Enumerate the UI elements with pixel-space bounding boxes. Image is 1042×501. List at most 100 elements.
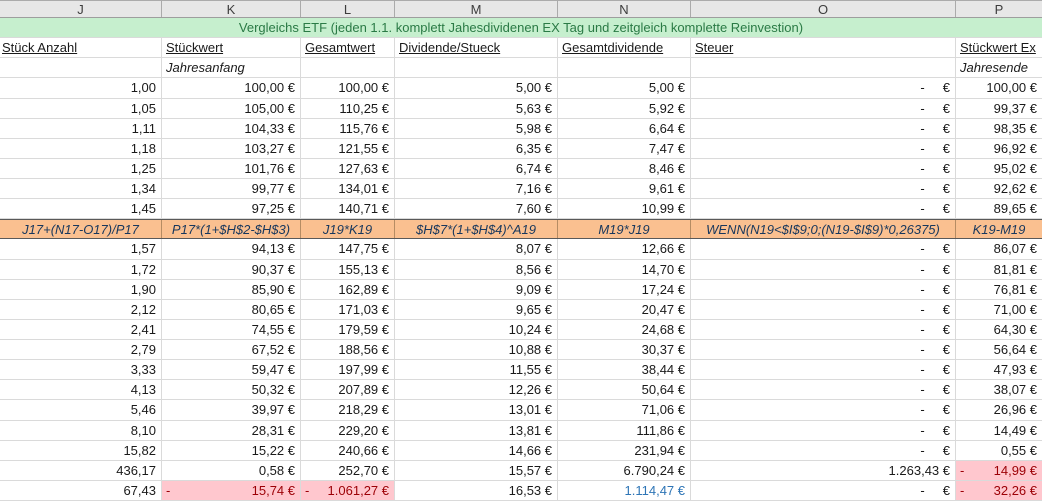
cell-K[interactable]: 85,90 €: [162, 279, 301, 299]
cell-O[interactable]: - €: [691, 138, 956, 158]
cell-L[interactable]: 197,99 €: [301, 360, 395, 380]
cell-M[interactable]: 9,09 €: [395, 279, 558, 299]
cell-O[interactable]: - €: [691, 239, 956, 259]
cell-N[interactable]: 6.790,24 €: [558, 460, 691, 480]
cell-P[interactable]: 71,00 €: [956, 300, 1042, 319]
cell-L[interactable]: 188,56 €: [301, 340, 395, 360]
cell-M[interactable]: 16,53 €: [395, 480, 558, 500]
cell-L[interactable]: - 1.061,27 €: [301, 480, 395, 500]
cell-O[interactable]: - €: [691, 179, 956, 199]
cell-N[interactable]: 231,94 €: [558, 440, 691, 460]
formula-cell-O[interactable]: WENN(N19<$I$9;0;(N19-$I$9)*0,26375): [691, 220, 956, 239]
cell-O[interactable]: - €: [691, 420, 956, 440]
cell-L[interactable]: 127,63 €: [301, 158, 395, 178]
cell-M[interactable]: 14,66 €: [395, 440, 558, 460]
cell-J[interactable]: 4,13: [0, 380, 162, 400]
cell-K[interactable]: 103,27 €: [162, 138, 301, 158]
cell-O[interactable]: - €: [691, 98, 956, 118]
cell-K[interactable]: 105,00 €: [162, 98, 301, 118]
cell-P[interactable]: 81,81 €: [956, 260, 1042, 279]
cell-P[interactable]: 96,92 €: [956, 139, 1042, 158]
column-label-K[interactable]: Stückwert: [162, 38, 301, 58]
cell-N[interactable]: 30,37 €: [558, 340, 691, 360]
cell-P[interactable]: 100,00 €: [956, 78, 1042, 97]
cell-J[interactable]: 1,90: [0, 279, 162, 299]
cell-M[interactable]: 8,56 €: [395, 259, 558, 279]
cell-K[interactable]: 0,58 €: [162, 460, 301, 480]
cell-M[interactable]: 15,57 €: [395, 460, 558, 480]
cell-P[interactable]: 76,81 €: [956, 280, 1042, 299]
cell-N[interactable]: 38,44 €: [558, 360, 691, 380]
cell-J[interactable]: [0, 58, 162, 78]
column-header-N[interactable]: N: [558, 1, 691, 17]
cell-K[interactable]: 104,33 €: [162, 118, 301, 138]
cell-N[interactable]: 14,70 €: [558, 259, 691, 279]
cell-L[interactable]: 147,75 €: [301, 239, 395, 259]
cell-P[interactable]: 56,64 €: [956, 340, 1042, 359]
column-header-M[interactable]: M: [395, 1, 558, 17]
cell-M[interactable]: 13,01 €: [395, 400, 558, 420]
cell-L[interactable]: 171,03 €: [301, 299, 395, 319]
cell-K[interactable]: 28,31 €: [162, 420, 301, 440]
cell-J[interactable]: 1,05: [0, 98, 162, 118]
cell-O[interactable]: - €: [691, 340, 956, 360]
cell-L[interactable]: 162,89 €: [301, 279, 395, 299]
cell-M[interactable]: 7,60 €: [395, 199, 558, 219]
cell-O[interactable]: - €: [691, 319, 956, 339]
cell-L[interactable]: 229,20 €: [301, 420, 395, 440]
cell-N[interactable]: 50,64 €: [558, 380, 691, 400]
cell-J[interactable]: 436,17: [0, 460, 162, 480]
cell-J[interactable]: 3,33: [0, 360, 162, 380]
cell-L[interactable]: 218,29 €: [301, 400, 395, 420]
cell-M[interactable]: 5,98 €: [395, 118, 558, 138]
cell-L[interactable]: 207,89 €: [301, 380, 395, 400]
cell-O[interactable]: 1.263,43 €: [691, 460, 956, 480]
cell-N[interactable]: 1.114,47 €: [558, 480, 691, 500]
cell-P[interactable]: - 32,26 €: [956, 480, 1042, 500]
cell-J[interactable]: 1,72: [0, 259, 162, 279]
column-header-L[interactable]: L: [301, 1, 395, 17]
cell-L[interactable]: 110,25 €: [301, 98, 395, 118]
cell-J[interactable]: 5,46: [0, 400, 162, 420]
cell-K[interactable]: 39,97 €: [162, 400, 301, 420]
cell-N[interactable]: 17,24 €: [558, 279, 691, 299]
column-header-O[interactable]: O: [691, 1, 956, 17]
column-label-P[interactable]: Stückwert Ex: [956, 38, 1042, 57]
cell-M[interactable]: 8,07 €: [395, 239, 558, 259]
cell-O[interactable]: - €: [691, 360, 956, 380]
cell-M[interactable]: 9,65 €: [395, 299, 558, 319]
cell-L[interactable]: 115,76 €: [301, 118, 395, 138]
cell-P[interactable]: 89,65 €: [956, 199, 1042, 218]
cell-N[interactable]: 12,66 €: [558, 239, 691, 259]
cell-N[interactable]: 10,99 €: [558, 199, 691, 219]
cell-N[interactable]: 5,00 €: [558, 78, 691, 98]
column-header-P[interactable]: P: [956, 1, 1042, 17]
cell-O[interactable]: [691, 58, 956, 78]
cell-K[interactable]: 67,52 €: [162, 340, 301, 360]
cell-M[interactable]: 12,26 €: [395, 380, 558, 400]
cell-O[interactable]: - €: [691, 158, 956, 178]
cell-N[interactable]: 71,06 €: [558, 400, 691, 420]
cell-J[interactable]: 15,82: [0, 440, 162, 460]
cell-P[interactable]: 26,96 €: [956, 400, 1042, 419]
cell-P[interactable]: 95,02 €: [956, 159, 1042, 178]
cell-J[interactable]: 1,00: [0, 78, 162, 98]
column-label-M[interactable]: Dividende/Stueck: [395, 38, 558, 58]
cell-P[interactable]: 0,55 €: [956, 441, 1042, 460]
cell-K[interactable]: 99,77 €: [162, 179, 301, 199]
formula-cell-P[interactable]: K19-M19: [956, 220, 1042, 238]
cell-N[interactable]: 24,68 €: [558, 319, 691, 339]
cell-K[interactable]: 15,22 €: [162, 440, 301, 460]
cell-J[interactable]: 1,57: [0, 239, 162, 259]
cell-O[interactable]: - €: [691, 380, 956, 400]
cell-L[interactable]: 121,55 €: [301, 138, 395, 158]
cell-J[interactable]: 1,45: [0, 199, 162, 219]
cell-N[interactable]: [558, 58, 691, 78]
cell-M[interactable]: 6,74 €: [395, 158, 558, 178]
column-label-N[interactable]: Gesamtdividende: [558, 38, 691, 58]
cell-P[interactable]: 64,30 €: [956, 320, 1042, 339]
cell-J[interactable]: 1,25: [0, 158, 162, 178]
cell-N[interactable]: 111,86 €: [558, 420, 691, 440]
title-cell[interactable]: Vergleichs ETF (jeden 1.1. komplett Jahe…: [0, 18, 1042, 39]
formula-cell-N[interactable]: M19*J19: [558, 220, 691, 239]
